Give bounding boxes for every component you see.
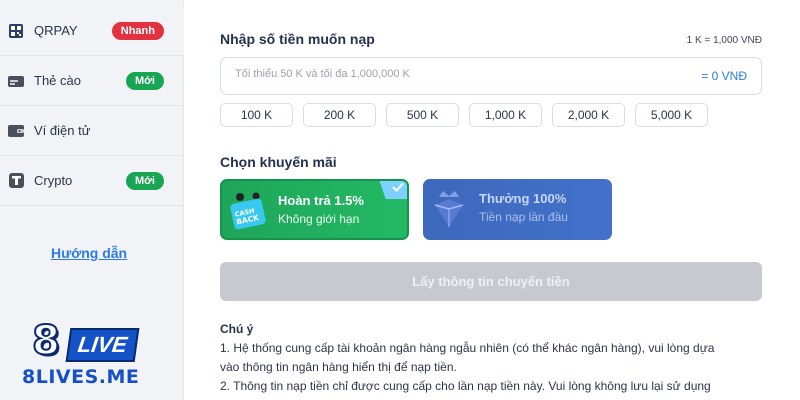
sidebar-item-scratch-card[interactable]: Thẻ cào Mới bbox=[0, 56, 184, 106]
wallet-icon bbox=[8, 123, 24, 139]
sidebar-item-label: QRPAY bbox=[34, 23, 78, 38]
exchange-rate: 1 K = 1,000 VNĐ bbox=[686, 35, 762, 46]
sidebar-item-label: Ví điện tử bbox=[34, 123, 91, 138]
amount-chip-500k[interactable]: 500 K bbox=[386, 103, 459, 127]
sidebar: QRPAY Nhanh Thẻ cào Mới Ví điện tử Crypt… bbox=[0, 0, 184, 400]
cashback-icon: CASH BACK bbox=[230, 192, 266, 230]
amount-chip-5000k[interactable]: 5,000 K bbox=[635, 103, 708, 127]
diamond-crown-icon bbox=[434, 191, 464, 227]
promotion-title: Chọn khuyến mãi bbox=[220, 154, 337, 170]
fast-badge: Nhanh bbox=[111, 21, 164, 40]
new-badge: Mới bbox=[125, 71, 164, 90]
promo-cashback-subtitle: Không giới hạn bbox=[278, 212, 360, 226]
logo-domain: 8LIVES.ME bbox=[22, 366, 140, 388]
amount-input[interactable] bbox=[235, 68, 615, 80]
amount-chip-2000k[interactable]: 2,000 K bbox=[552, 103, 625, 127]
qr-code-icon bbox=[8, 23, 24, 39]
amount-chip-1000k[interactable]: 1,000 K bbox=[469, 103, 542, 127]
note-line: 1. Hệ thống cung cấp tài khoản ngân hàng… bbox=[220, 341, 715, 355]
note-line: vào thông tin ngân hàng hiển thị để nạp … bbox=[220, 360, 457, 374]
promo-first-deposit-subtitle: Tiền nạp lần đầu bbox=[479, 210, 568, 224]
notes-title: Chú ý bbox=[220, 322, 254, 336]
sidebar-item-e-wallet[interactable]: Ví điện tử bbox=[0, 106, 184, 156]
sidebar-item-label: Thẻ cào bbox=[34, 73, 81, 88]
brand-logo: 8 LIVE 8LIVES.ME bbox=[18, 314, 158, 394]
sidebar-item-qrpay[interactable]: QRPAY Nhanh bbox=[0, 6, 184, 56]
deposit-panel: Nhập số tiền muốn nạp 1 K = 1,000 VNĐ = … bbox=[200, 0, 790, 400]
card-icon bbox=[8, 73, 24, 89]
amount-title: Nhập số tiền muốn nạp bbox=[220, 31, 375, 47]
logo-live: LIVE bbox=[65, 328, 140, 362]
note-line: 2. Thông tin nạp tiền chỉ được cung cấp … bbox=[220, 379, 711, 393]
amount-field: = 0 VNĐ bbox=[220, 57, 762, 95]
amount-chip-100k[interactable]: 100 K bbox=[220, 103, 293, 127]
tether-icon bbox=[8, 173, 24, 189]
amount-chip-200k[interactable]: 200 K bbox=[303, 103, 376, 127]
promo-cashback[interactable]: CASH BACK Hoàn trả 1.5% Không giới hạn bbox=[220, 179, 409, 240]
new-badge: Mới bbox=[125, 171, 164, 190]
logo-mark: 8 bbox=[31, 317, 61, 365]
amount-presets: 100 K 200 K 500 K 1,000 K 2,000 K 5,000 … bbox=[220, 103, 708, 127]
selected-check-icon bbox=[379, 181, 407, 199]
sidebar-item-label: Crypto bbox=[34, 173, 73, 188]
guide-link[interactable]: Hướng dẫn bbox=[51, 245, 127, 261]
promo-first-deposit[interactable]: Thưởng 100% Tiền nạp lần đầu bbox=[423, 179, 612, 240]
get-transfer-info-button[interactable]: Lấy thông tin chuyển tiền bbox=[220, 262, 762, 301]
promo-first-deposit-title: Thưởng 100% bbox=[479, 191, 567, 206]
converted-amount: = 0 VNĐ bbox=[701, 69, 747, 83]
sidebar-item-crypto[interactable]: Crypto Mới bbox=[0, 156, 184, 206]
promo-cashback-title: Hoàn trả 1.5% bbox=[278, 193, 364, 208]
